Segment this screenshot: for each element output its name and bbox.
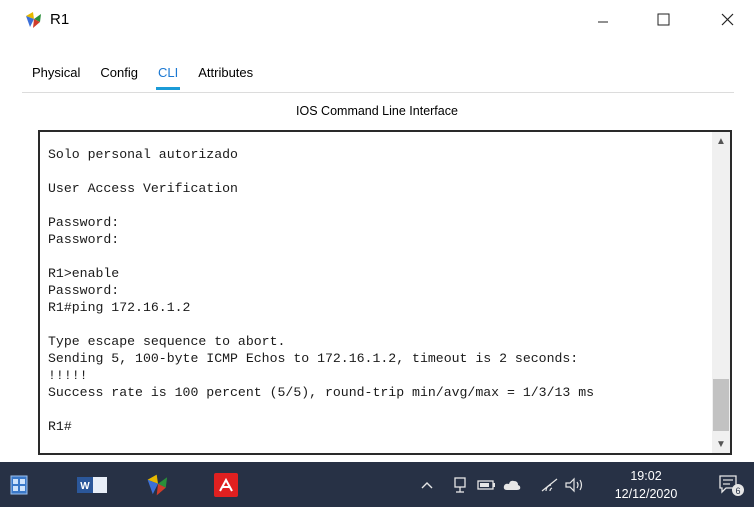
clock-date: 12/12/2020 — [614, 487, 678, 501]
taskbar-acrobat[interactable] — [204, 462, 248, 507]
cloud-icon — [503, 480, 521, 490]
terminal-line: R1# — [48, 419, 72, 434]
tab-bar: Physical Config CLI Attributes — [22, 56, 263, 92]
tray-volume[interactable] — [564, 462, 586, 507]
window-title: R1 — [50, 11, 70, 28]
tray-device[interactable] — [452, 462, 468, 507]
scroll-thumb[interactable] — [713, 379, 729, 431]
task-view-button[interactable] — [4, 462, 34, 507]
maximize-icon — [657, 13, 669, 25]
scroll-down-icon[interactable]: ▼ — [712, 435, 730, 453]
terminal-line: R1>enable — [48, 266, 120, 281]
terminal-output[interactable]: Solo personal autorizado User Access Ver… — [48, 146, 594, 435]
close-button[interactable] — [704, 4, 750, 34]
notification-count: 6 — [735, 486, 740, 496]
terminal-line: Success rate is 100 percent (5/5), round… — [48, 385, 595, 400]
tab-cli[interactable]: CLI — [148, 56, 188, 92]
tray-chevron[interactable] — [420, 462, 434, 507]
terminal-line: Solo personal autorizado — [48, 147, 238, 162]
terminal-line: !!!!! — [48, 368, 88, 383]
cli-terminal[interactable]: Solo personal autorizado User Access Ver… — [38, 130, 732, 455]
tab-attributes[interactable]: Attributes — [188, 56, 263, 92]
terminal-line: Password: — [48, 283, 120, 298]
terminal-line: User Access Verification — [48, 181, 238, 196]
task-view-icon — [10, 475, 28, 494]
terminal-line: Type escape sequence to abort. — [48, 334, 286, 349]
battery-icon — [477, 479, 495, 490]
packet-tracer-icon — [147, 474, 168, 495]
title-bar: R1 — [0, 0, 754, 38]
svg-text:W: W — [80, 481, 90, 492]
minimize-button[interactable] — [580, 4, 626, 34]
tray-cloud[interactable] — [502, 462, 522, 507]
notification-icon: 6 — [719, 474, 744, 496]
taskbar-packet-tracer[interactable] — [136, 462, 180, 507]
terminal-line: R1#ping 172.16.1.2 — [48, 300, 191, 315]
terminal-line: Sending 5, 100-byte ICMP Echos to 172.16… — [48, 351, 579, 366]
taskbar-word[interactable]: W — [70, 462, 114, 507]
minimize-icon — [598, 21, 608, 23]
taskbar: W 19:02 12/12/2020 6 — [0, 462, 754, 507]
chevron-up-icon — [421, 481, 433, 488]
panel-title: IOS Command Line Interface — [296, 104, 458, 118]
notification-center[interactable]: 6 — [716, 462, 746, 507]
tab-physical[interactable]: Physical — [22, 56, 90, 92]
word-icon: W — [77, 476, 107, 493]
clock-time: 19:02 — [630, 469, 662, 483]
terminal-line: Password: — [48, 215, 120, 230]
terminal-line: Password: — [48, 232, 120, 247]
tray-battery[interactable] — [476, 462, 496, 507]
wifi-icon — [541, 478, 558, 491]
volume-icon — [565, 477, 583, 492]
close-icon — [721, 13, 733, 25]
taskbar-clock[interactable]: 19:02 12/12/2020 — [606, 467, 686, 503]
tray-wifi[interactable] — [540, 462, 560, 507]
scroll-up-icon[interactable]: ▲ — [712, 132, 730, 150]
packet-tracer-router-icon — [26, 12, 41, 28]
tab-config[interactable]: Config — [90, 56, 148, 92]
maximize-button[interactable] — [640, 4, 686, 34]
tab-divider — [22, 92, 734, 93]
acrobat-icon — [214, 472, 238, 497]
terminal-scrollbar[interactable]: ▲ ▼ — [712, 132, 730, 453]
device-icon — [454, 476, 466, 493]
